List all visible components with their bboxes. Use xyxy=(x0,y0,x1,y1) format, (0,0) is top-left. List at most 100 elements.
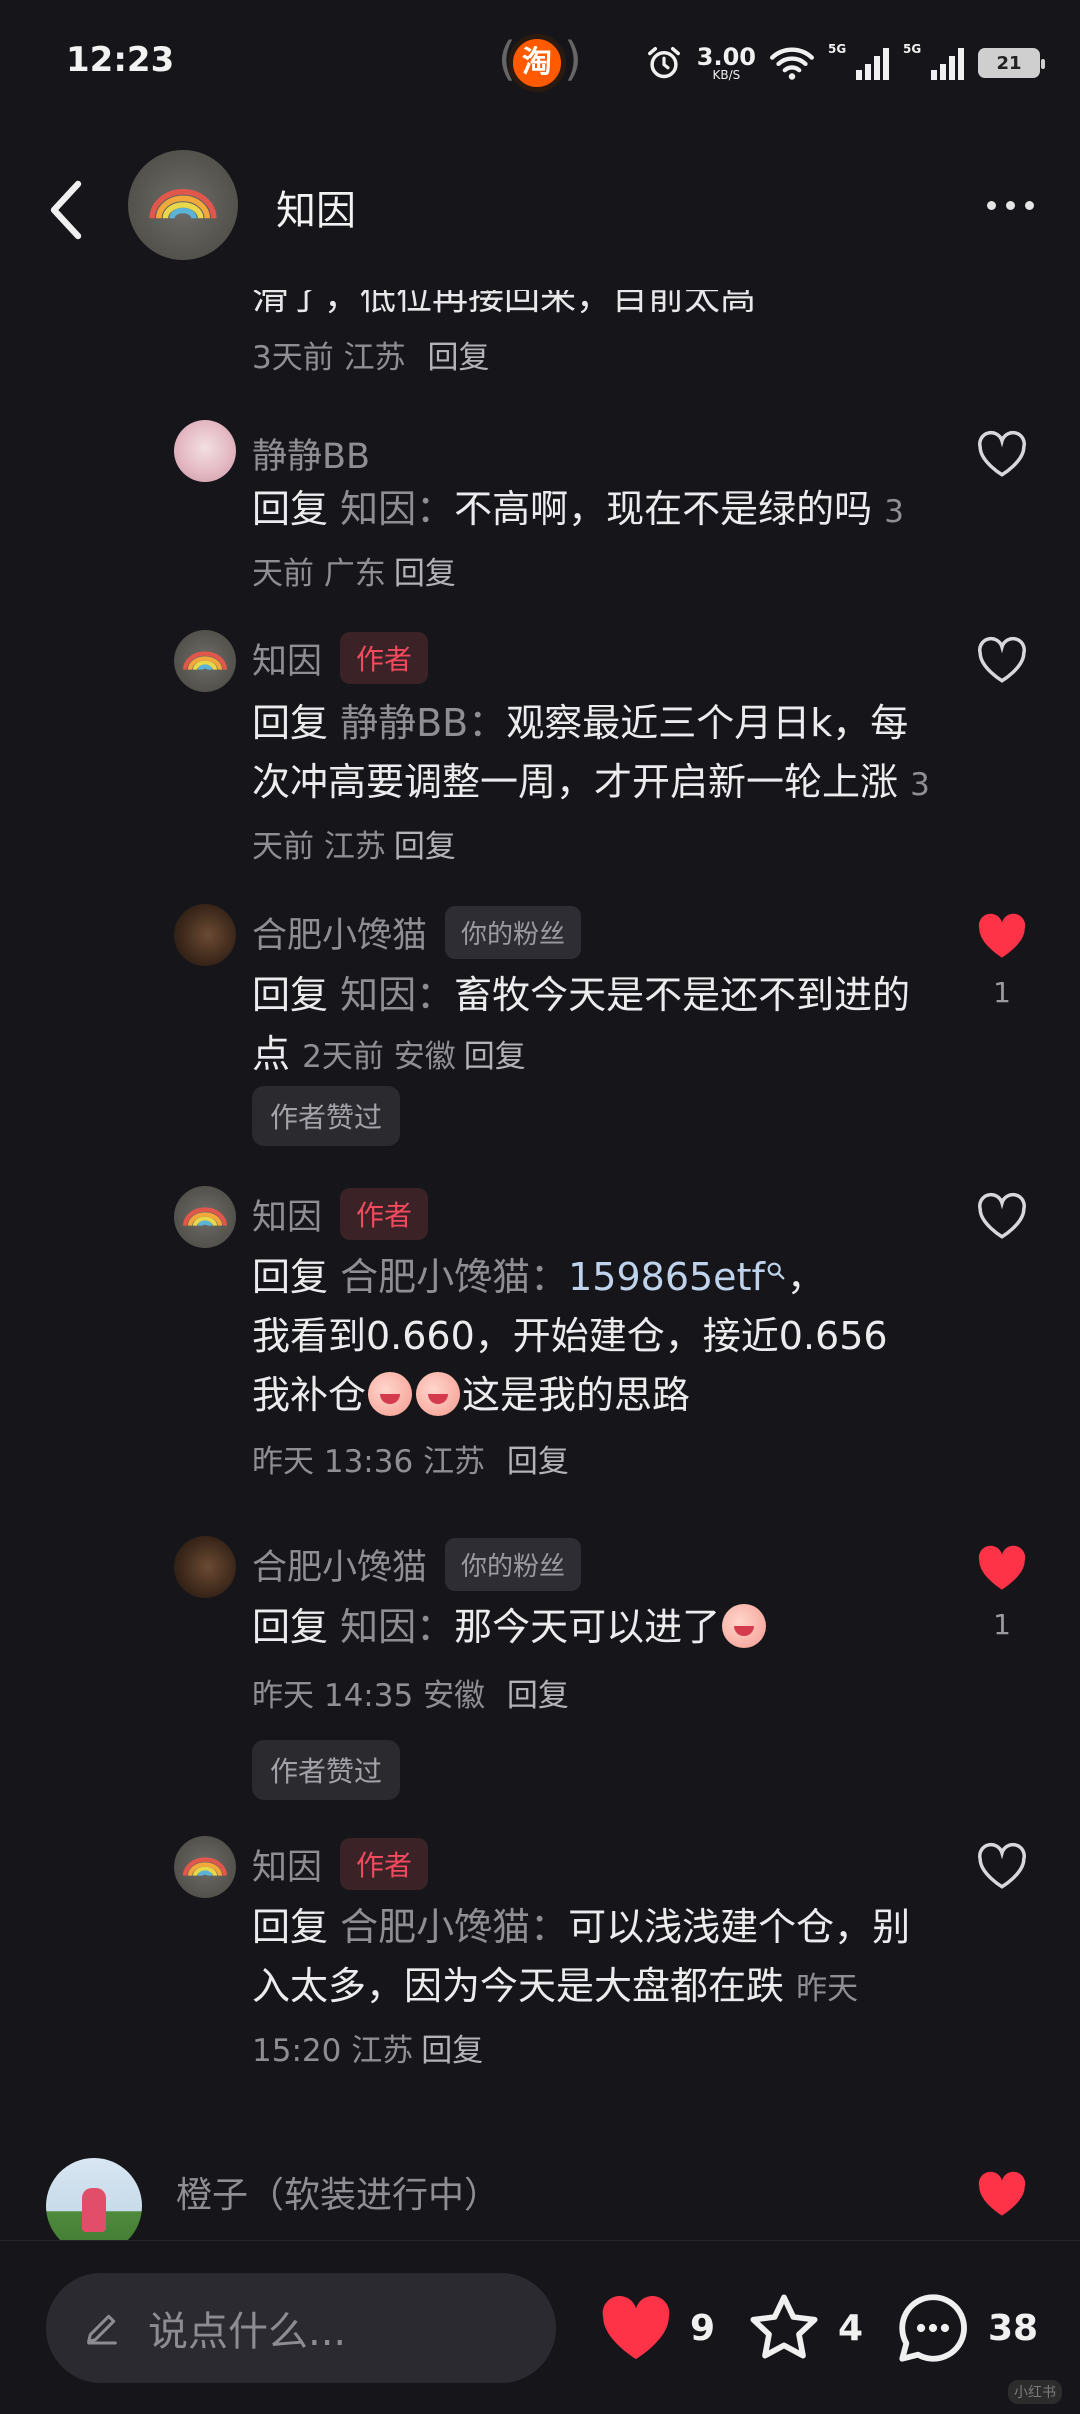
like-count: 1 xyxy=(993,976,1011,1009)
reply-link[interactable]: 回复 xyxy=(394,829,456,865)
reply-content: 这是我的思路 xyxy=(462,1373,691,1417)
meta-time: 昨天 14:35 xyxy=(252,1678,414,1714)
heart-filled-icon xyxy=(978,2171,1026,2216)
more-dot xyxy=(986,200,996,210)
user-avatar[interactable] xyxy=(174,904,236,966)
rainbow-icon xyxy=(182,1857,228,1877)
user-name[interactable]: 合肥小馋猫 xyxy=(252,1539,427,1590)
user-avatar[interactable] xyxy=(174,1536,236,1598)
user-name[interactable]: 知因 xyxy=(252,1839,322,1890)
sim1-label: 5G xyxy=(828,42,847,56)
reply-author: 知因 作者 xyxy=(252,1838,429,1890)
meta-location: 江苏 xyxy=(351,2033,414,2069)
reply-link[interactable]: 回复 xyxy=(464,1039,526,1075)
reply-link[interactable]: 回复 xyxy=(507,1444,569,1480)
reply-target[interactable]: 合肥小馋猫： xyxy=(340,1905,568,1949)
user-avatar[interactable] xyxy=(174,1186,236,1248)
signal-sim2-icon: 5G xyxy=(903,42,964,80)
heart-filled-icon xyxy=(978,1545,1026,1590)
more-button[interactable] xyxy=(970,170,1050,240)
author-avatar[interactable] xyxy=(128,150,238,260)
heart-outline-icon xyxy=(978,1842,1026,1889)
comment-placeholder: 说点什么... xyxy=(148,2309,347,2355)
meta-location: 江苏 xyxy=(323,829,386,865)
status-bar: 12:23 ( 淘 ) 3.00 KB/S 5G 5G 21 xyxy=(0,0,1080,130)
meta-location: 江苏 xyxy=(343,340,406,376)
reply-prefix: 回复 xyxy=(252,1605,329,1649)
meta-location: 安徽 xyxy=(423,1678,486,1714)
favorite-button[interactable]: 4 xyxy=(744,2281,863,2375)
comment-count: 38 xyxy=(988,2307,1039,2349)
sim2-label: 5G xyxy=(903,42,922,56)
user-name[interactable]: 橙子（软装进行中） xyxy=(176,2166,500,2218)
user-avatar[interactable] xyxy=(174,420,236,482)
reply-text: 回复 知因：不高啊，现在不是绿的吗 3天前 广东 回复 xyxy=(252,480,932,604)
meta-time: 3天前 xyxy=(252,340,334,376)
user-avatar[interactable] xyxy=(174,1836,236,1898)
rainbow-icon xyxy=(182,651,228,671)
fund-link[interactable]: 159865etf xyxy=(568,1255,765,1299)
like-button[interactable] xyxy=(970,904,1034,968)
like-note-button[interactable]: 9 xyxy=(596,2281,715,2375)
reply-target[interactable]: 知因： xyxy=(340,1605,454,1649)
meta-location: 广东 xyxy=(323,556,386,592)
search-icon[interactable] xyxy=(765,1260,787,1282)
author-badge: 作者 xyxy=(340,1188,429,1240)
back-button[interactable] xyxy=(36,170,96,250)
comment-button[interactable]: 38 xyxy=(892,2281,1038,2375)
like-button[interactable] xyxy=(970,2162,1034,2226)
reply-text: 回复 静静BB：观察最近三个月日k，每次冲高要调整一周，才开启新一轮上涨 3天前… xyxy=(252,694,932,877)
user-name[interactable]: 合肥小馋猫 xyxy=(252,907,427,958)
reply-target[interactable]: 知因： xyxy=(340,487,454,531)
reply-link[interactable]: 回复 xyxy=(421,2033,483,2069)
reply-target[interactable]: 静静BB： xyxy=(340,701,506,745)
like-button[interactable] xyxy=(970,1834,1034,1898)
reply-target[interactable]: 知因： xyxy=(340,973,454,1017)
wifi-icon xyxy=(770,47,814,80)
user-name[interactable]: 知因 xyxy=(252,633,322,684)
star-icon xyxy=(750,2294,818,2359)
user-avatar[interactable] xyxy=(174,630,236,692)
like-button[interactable] xyxy=(970,628,1034,692)
like-button[interactable] xyxy=(970,422,1034,486)
reply-author: 知因 作者 xyxy=(252,1188,429,1240)
meta-time: 昨天 13:36 xyxy=(252,1444,414,1480)
user-name[interactable]: 静静BB xyxy=(252,428,370,479)
like-button[interactable] xyxy=(970,1184,1034,1248)
like-button[interactable] xyxy=(970,1536,1034,1600)
author-badge: 作者 xyxy=(340,1838,429,1890)
bracket-right: ) xyxy=(564,32,582,86)
heart-filled-icon xyxy=(602,2295,670,2360)
reply-content: ， xyxy=(786,1255,825,1299)
reply-content: 我补仓 xyxy=(252,1373,367,1417)
reply-author: 知因 作者 xyxy=(252,632,429,684)
reply-content: 不高啊，现在不是绿的吗 xyxy=(454,487,873,531)
meta-time: 2天前 xyxy=(302,1039,384,1075)
page-title: 知因 xyxy=(276,188,356,234)
reply-link[interactable]: 回复 xyxy=(394,556,456,592)
network-speed: 3.00 KB/S xyxy=(697,45,756,81)
reply-link[interactable]: 回复 xyxy=(507,1678,569,1714)
fan-badge: 你的粉丝 xyxy=(445,1538,582,1591)
alarm-icon xyxy=(647,47,680,79)
comment-thread: 滑了，低位再接回来，目前太高 3天前 江苏 回复 静静BB 回复 知因：不高啊，… xyxy=(0,290,1080,2240)
author-liked-chip: 作者赞过 xyxy=(252,1740,401,1800)
more-dot xyxy=(1024,200,1034,210)
reply-target[interactable]: 合肥小馋猫： xyxy=(340,1255,568,1299)
more-dot xyxy=(1005,200,1015,210)
heart-outline-icon xyxy=(978,1192,1026,1239)
reply-author: 合肥小馋猫 你的粉丝 xyxy=(252,906,582,959)
comment-input[interactable]: 说点什么... xyxy=(46,2273,556,2383)
status-time: 12:23 xyxy=(66,40,175,80)
comment-text: 当代年轻人就这样吧……喜欢就来 xyxy=(176,2230,746,2240)
taobao-char: 淘 xyxy=(522,45,552,80)
reply-meta: 2天前 安徽 回复 xyxy=(302,1039,526,1075)
parent-comment-text: 滑了，低位再接回来，目前太高 xyxy=(252,290,757,318)
user-avatar[interactable] xyxy=(46,2158,142,2240)
user-name[interactable]: 知因 xyxy=(252,1189,322,1240)
reply-link[interactable]: 回复 xyxy=(427,340,489,376)
bottom-action-bar: 说点什么... 9 4 38 小红书 xyxy=(0,2240,1080,2414)
meta-location: 江苏 xyxy=(423,1444,486,1480)
reply-prefix: 回复 xyxy=(252,1255,329,1299)
reply-text: 回复 合肥小馋猫：159865etf ， 我看到0.660，开始建仓，接近0.65… xyxy=(252,1248,932,1425)
